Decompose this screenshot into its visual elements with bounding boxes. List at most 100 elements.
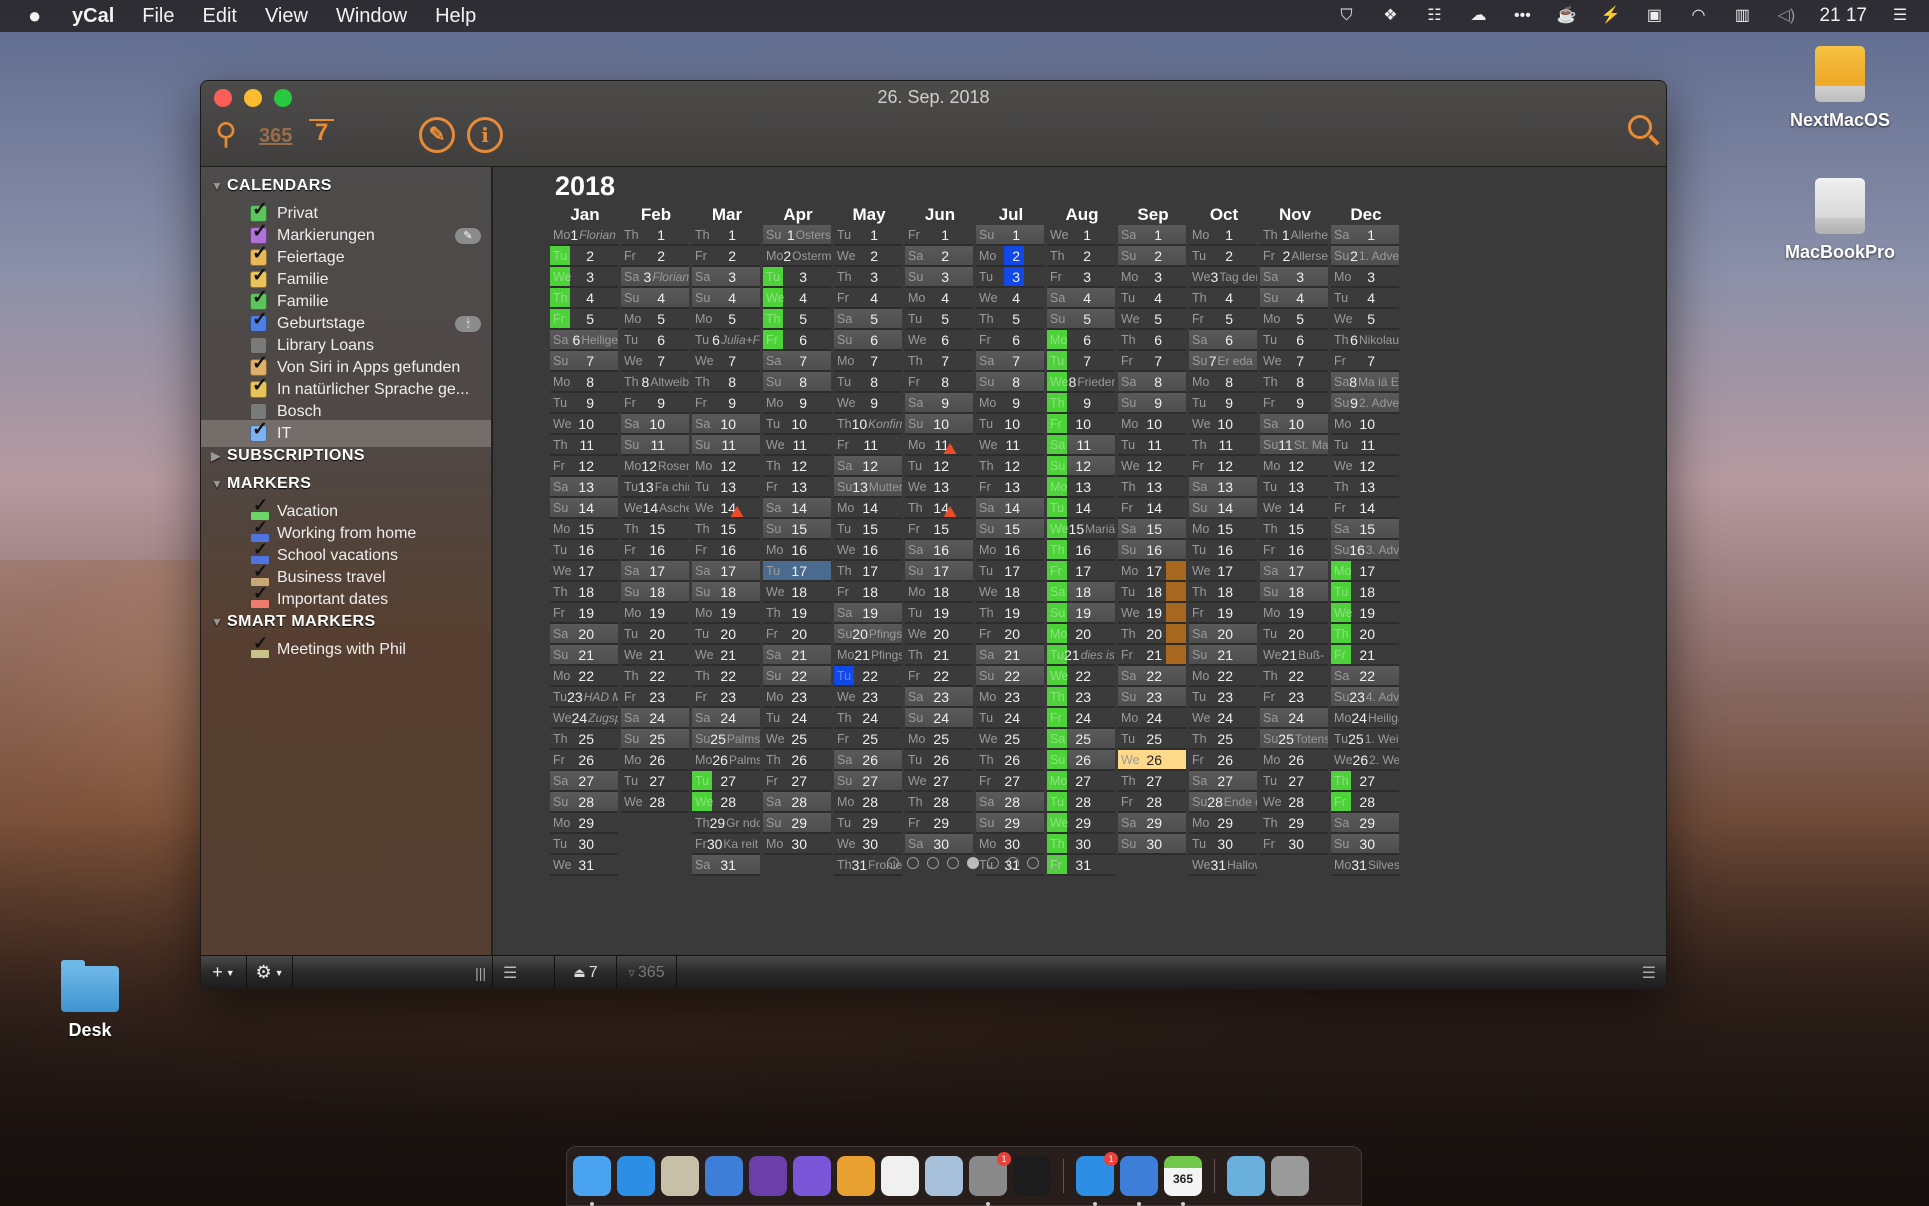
day-cell[interactable]: Tu 27 [692,771,760,792]
calendar-checkbox[interactable] [250,374,268,398]
day-cell[interactable]: Tu 28 [1047,792,1115,813]
day-cell[interactable]: Su28Ende d [1189,792,1257,813]
day-cell[interactable]: Su 21 [1189,645,1257,666]
day-cell[interactable]: Sa 7 [976,351,1044,372]
day-cell[interactable]: Fr 14 [1331,498,1399,519]
day-cell[interactable]: Mo 2 Osterm [763,246,831,267]
day-cell[interactable]: Fr 5 [1189,309,1257,330]
day-cell[interactable]: Mo 5 [1260,309,1328,330]
day-cell[interactable]: Su 19 [1047,603,1115,624]
day-cell[interactable]: We14Ascher [621,498,689,519]
day-cell[interactable]: Su 26 [1047,750,1115,771]
day-cell[interactable]: Fr 9 [1260,393,1328,414]
day-cell[interactable]: Th 6 [1118,330,1186,351]
day-cell[interactable]: Fr 16 [1260,540,1328,561]
wifi-icon[interactable]: ◠ [1687,7,1709,25]
disclosure-down-icon[interactable]: ▼ [211,179,227,193]
day-cell[interactable]: We 5 [1331,309,1399,330]
day-cell[interactable]: Th 22 [621,666,689,687]
day-cell[interactable]: Tu 10 [976,414,1044,435]
day-cell[interactable]: Mo 23 [976,687,1044,708]
day-cell[interactable]: Fr 22 [905,666,973,687]
day-cell[interactable]: Th 1 [621,225,689,246]
day-cell[interactable]: Tu 23 [1189,687,1257,708]
day-cell[interactable]: Mo 28 [834,792,902,813]
day-cell[interactable]: Su 4 [1260,288,1328,309]
apple-menu-icon[interactable]: ● [28,3,68,29]
day-cell[interactable]: Sa 1 [1118,225,1186,246]
day-cell[interactable]: Mo 7 [834,351,902,372]
edit-pencil-icon[interactable]: ✎ [419,117,455,153]
day-cell[interactable]: Sa 14 [976,498,1044,519]
day-cell[interactable]: We 22 [1047,666,1115,687]
day-cell[interactable]: Tu 24 [763,708,831,729]
dock-pen-app-icon[interactable] [749,1156,787,1196]
day-cell[interactable]: Su 7 Er eda [1189,351,1257,372]
day-cell[interactable]: Tu 22 [834,666,902,687]
dock-xcode-beta-icon[interactable] [1120,1156,1158,1206]
day-cell[interactable]: Fr 18 [834,582,902,603]
day-cell[interactable]: Th 8 [1260,372,1328,393]
day-cell[interactable]: We15Mariä H [1047,519,1115,540]
day-cell[interactable]: Fr 17 [1047,561,1115,582]
day-cell[interactable]: We 7 [621,351,689,372]
day-cell[interactable]: We 14 [1260,498,1328,519]
day-cell[interactable]: Su 25 Totens [1260,729,1328,750]
day-cell[interactable]: We 21 [692,645,760,666]
day-cell[interactable]: Su11St. Mar [1260,435,1328,456]
day-cell[interactable]: Tu 1 [834,225,902,246]
day-cell[interactable]: We 27 [905,771,973,792]
day-cell[interactable]: We 20 [905,624,973,645]
day-cell[interactable]: Fr 11 [834,435,902,456]
year-view-button[interactable]: 365 [259,125,292,148]
marker-check-icon[interactable] [247,583,269,608]
calendars-section-header[interactable]: ▼ CALENDARS [211,177,332,195]
day-cell[interactable]: Su 8 [976,372,1044,393]
day-cell[interactable]: Su 29 [976,813,1044,834]
day-cell[interactable]: Tu 19 [905,603,973,624]
day-cell[interactable]: Tu23HAD M [550,687,618,708]
dock-ycal-365-icon[interactable]: 365 [1164,1156,1202,1206]
day-cell[interactable]: Tu 16 [550,540,618,561]
day-cell[interactable]: Su 5 [1047,309,1115,330]
day-cell[interactable]: Mo 10 [1331,414,1399,435]
day-cell[interactable]: Su 4 [621,288,689,309]
dock-xcode-icon[interactable] [705,1156,743,1196]
day-cell[interactable]: We 13 [905,477,973,498]
day-cell[interactable]: Mo 25 [905,729,973,750]
day-cell[interactable]: We 23 [834,687,902,708]
day-cell[interactable]: We 5 [1118,309,1186,330]
battery-charging-icon[interactable]: ⚡ [1599,7,1621,25]
menu-window[interactable]: Window [336,5,407,28]
day-cell[interactable]: Mo 5 [621,309,689,330]
day-cell[interactable]: Sa 22 [1118,666,1186,687]
day-cell[interactable]: Th 8 Altweib [621,372,689,393]
subscriptions-section-header[interactable]: ▶ SUBSCRIPTIONS [211,447,365,465]
cpu-icon[interactable]: ▣ [1643,7,1665,25]
day-cell[interactable]: Th 12 [763,456,831,477]
day-cell[interactable]: Th 18 [1189,582,1257,603]
day-cell[interactable]: Tu 14 [1047,498,1115,519]
day-cell[interactable]: Th 15 [1260,519,1328,540]
day-cell[interactable]: We 4 [763,288,831,309]
day-cell[interactable]: Su 20 Pfingst [834,624,902,645]
day-cell[interactable]: Tu 29 [834,813,902,834]
day-cell[interactable]: Tu 3 [976,267,1044,288]
day-cell[interactable]: Th10Konfirm [834,414,902,435]
day-cell[interactable]: Su 23 [1118,687,1186,708]
day-cell[interactable]: Sa 8 [1118,372,1186,393]
day-cell[interactable]: Mo 12 [1260,456,1328,477]
day-cell[interactable]: We 12 [1331,456,1399,477]
day-cell[interactable]: Sa 22 [1331,666,1399,687]
day-cell[interactable]: Tu251. Weih [1331,729,1399,750]
day-cell[interactable]: Th 25 [1189,729,1257,750]
day-cell[interactable]: Th 27 [1331,771,1399,792]
day-cell[interactable]: Mo 15 [550,519,618,540]
day-cell[interactable]: Fr 27 [976,771,1044,792]
dock-logoist-icon[interactable] [837,1156,875,1196]
day-cell[interactable]: We 2 [834,246,902,267]
day-cell[interactable]: Sa 12 [834,456,902,477]
day-cell[interactable]: Mo 14 [834,498,902,519]
day-cell[interactable]: Sa 21 [976,645,1044,666]
sidebar-resize-handle[interactable]: ||| [293,955,493,989]
